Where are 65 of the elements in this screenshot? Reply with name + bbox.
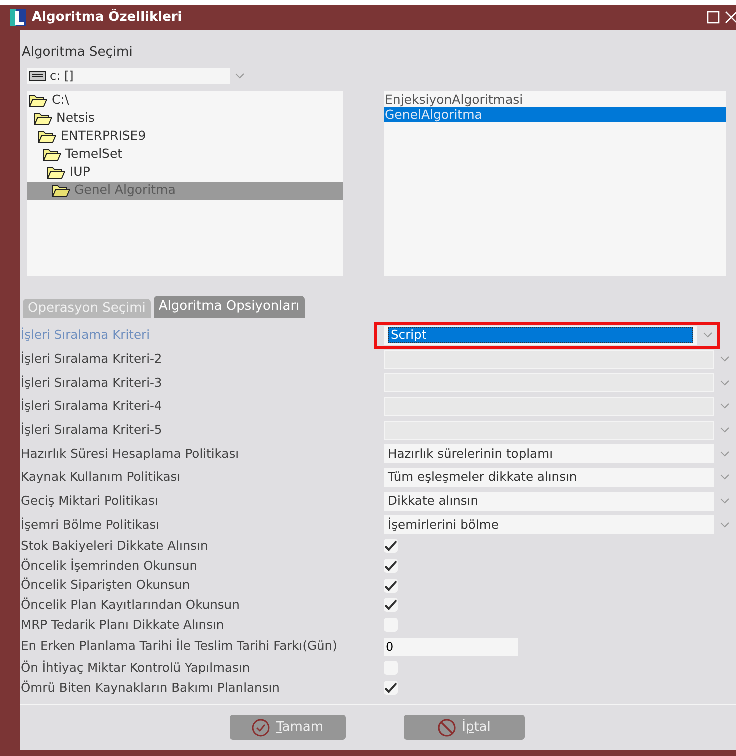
option-label: Öncelik Siparişten Okunsun: [21, 576, 192, 594]
checkbox[interactable]: [384, 598, 398, 612]
folder-icon: [52, 184, 70, 198]
dropdown-field[interactable]: Dikkate alınsın: [384, 492, 714, 511]
maximize-icon[interactable]: [707, 11, 720, 24]
chevron-down-icon: [720, 498, 730, 504]
drive-dropdown[interactable]: c: []: [27, 68, 230, 84]
drive-icon: [29, 70, 46, 80]
option-label: Stok Bakiyeleri Dikkate Alınsın: [21, 538, 210, 556]
tree-item[interactable]: TemelSet: [27, 146, 343, 164]
chevron-down-icon: [235, 72, 245, 78]
section-title: Algoritma Seçimi: [22, 44, 134, 62]
folder-icon: [42, 148, 62, 162]
option-label: En Erken Planlama Tarihi İle Teslim Tarihi Farkı(Gün): [21, 638, 338, 656]
prohibited-icon: [438, 718, 456, 736]
chevron-down-icon: [703, 332, 713, 338]
folder-icon: [34, 112, 52, 126]
check-icon: [384, 560, 398, 572]
option-label: İşleri Sıralama Kriteri-4: [21, 398, 164, 416]
window-title: Algoritma Özellikleri: [32, 8, 182, 27]
option-label: Ön İhtiyaç Miktar Kontrolü Yapılmasın: [21, 660, 252, 678]
dropdown-field[interactable]: Script: [384, 326, 697, 345]
option-label: İşemri Bölme Politikası: [21, 516, 161, 534]
checkbox[interactable]: [384, 559, 398, 574]
tree-item[interactable]: IUP: [27, 164, 343, 182]
option-label: İşleri Sıralama Kriteri-3: [21, 374, 164, 392]
option-label: MRP Tedarik Planı Dikkate Alınsın: [21, 616, 226, 634]
option-label: Hazırlık Süresi Hesaplama Politikası: [21, 446, 240, 463]
close-icon[interactable]: [725, 11, 736, 24]
tree-item[interactable]: Netsis: [27, 110, 343, 128]
list-item[interactable]: GenelAlgoritma: [384, 106, 726, 122]
checkbox[interactable]: [384, 578, 398, 593]
chevron-down-icon: [720, 522, 730, 528]
chevron-down-icon: [720, 427, 730, 434]
folder-icon: [29, 94, 48, 108]
tree-item[interactable]: C:\: [27, 92, 343, 110]
option-label: Öncelik İşemrinden Okunsun: [21, 558, 199, 575]
dropdown-field[interactable]: Tüm eşleşmeler dikkate alınsın: [384, 468, 714, 487]
check-icon: [384, 682, 398, 694]
option-label: Ömrü Biten Kaynakların Bakımı Planlansın: [21, 680, 281, 697]
input-field[interactable]: 0: [384, 638, 518, 656]
folder-icon: [47, 166, 66, 180]
option-label: Geciş Miktari Politikası: [21, 492, 160, 510]
chevron-down-icon: [720, 474, 730, 480]
check-circle-icon: [252, 718, 270, 736]
checkbox[interactable]: [384, 681, 398, 696]
chevron-down-icon: [720, 450, 730, 457]
app-logo-icon: [10, 9, 26, 26]
chevron-down-icon: [720, 380, 730, 386]
dropdown-field[interactable]: Hazırlık sürelerinin toplamı: [384, 444, 714, 464]
option-label: İşleri Sıralama Kriteri-5: [21, 422, 164, 439]
check-icon: [384, 599, 398, 612]
option-label: Öncelik Plan Kayıtlarından Okunsun: [21, 596, 241, 614]
option-label: İşleri Sıralama Kriteri: [21, 326, 151, 344]
option-label: İşleri Sıralama Kriteri-2: [21, 350, 164, 368]
check-icon: [384, 580, 398, 592]
chevron-down-icon: [720, 403, 730, 410]
tree-item[interactable]: ENTERPRISE9: [27, 128, 343, 146]
list-item[interactable]: EnjeksiyonAlgoritmasi: [384, 92, 726, 106]
dropdown-field[interactable]: İşemirlerini bölme: [384, 515, 714, 534]
check-icon: [384, 540, 398, 552]
checkbox[interactable]: [384, 539, 398, 554]
option-label: Kaynak Kullanım Politikası: [21, 469, 182, 486]
folder-icon: [38, 130, 57, 144]
chevron-down-icon: [720, 356, 730, 362]
